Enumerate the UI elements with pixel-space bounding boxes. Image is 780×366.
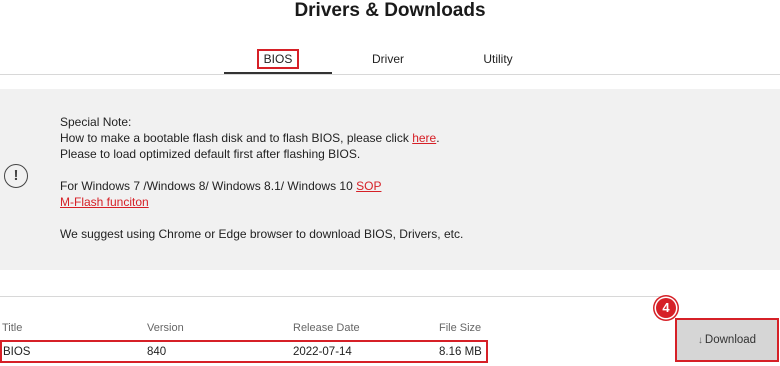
cell-release-date: 2022-07-14 [293,346,352,358]
download-arrow-icon: ↓ [697,335,703,346]
cell-file-size: 8.16 MB [439,346,482,358]
exclamation-circle-icon: ! [4,164,28,188]
cell-title: BIOS [3,346,31,358]
note-heading: Special Note: [60,115,132,129]
note-line3-text: For Windows 7 /Windows 8/ Windows 8.1/ W… [60,179,357,193]
here-link[interactable]: here [412,131,436,145]
header-release-date: Release Date [293,322,360,334]
note-line-optimized-defaults: Please to load optimized default first a… [60,147,361,161]
header-title: Title [2,322,23,334]
note-line-windows: For Windows 7 /Windows 8/ Windows 8.1/ W… [60,178,463,194]
special-note-box: ! Special Note: How to make a bootable f… [0,89,780,270]
download-label: Download [704,334,757,346]
tab-divider [0,74,780,75]
note-line1-text: How to make a bootable flash disk and to… [60,131,413,145]
note-line1-suffix: . [436,131,440,145]
header-version: Version [147,322,184,334]
note-line-flash-instructions: How to make a bootable flash disk and to… [60,130,463,146]
tab-bar: BIOS Driver Utility [0,45,780,75]
note-line-browser: We suggest using Chrome or Edge browser … [60,227,464,241]
tab-bios[interactable]: BIOS [224,45,332,73]
download-button[interactable]: ↓ Download [675,318,779,362]
header-file-size: File Size [439,322,482,334]
m-flash-link[interactable]: M-Flash funciton [60,195,149,209]
tab-utility[interactable]: Utility [468,45,528,73]
cell-version: 840 [147,346,167,358]
table-top-divider [0,296,665,297]
page-title: Drivers & Downloads [294,0,486,21]
sop-link[interactable]: SOP [356,179,381,193]
note-line-mflash: M-Flash funciton [60,194,463,210]
special-note-text: Special Note: How to make a bootable fla… [60,114,463,242]
tab-driver[interactable]: Driver [358,45,418,73]
table-row[interactable] [0,340,488,363]
tab-bios-label: BIOS [256,49,300,69]
step-number-badge: 4 [656,298,676,318]
